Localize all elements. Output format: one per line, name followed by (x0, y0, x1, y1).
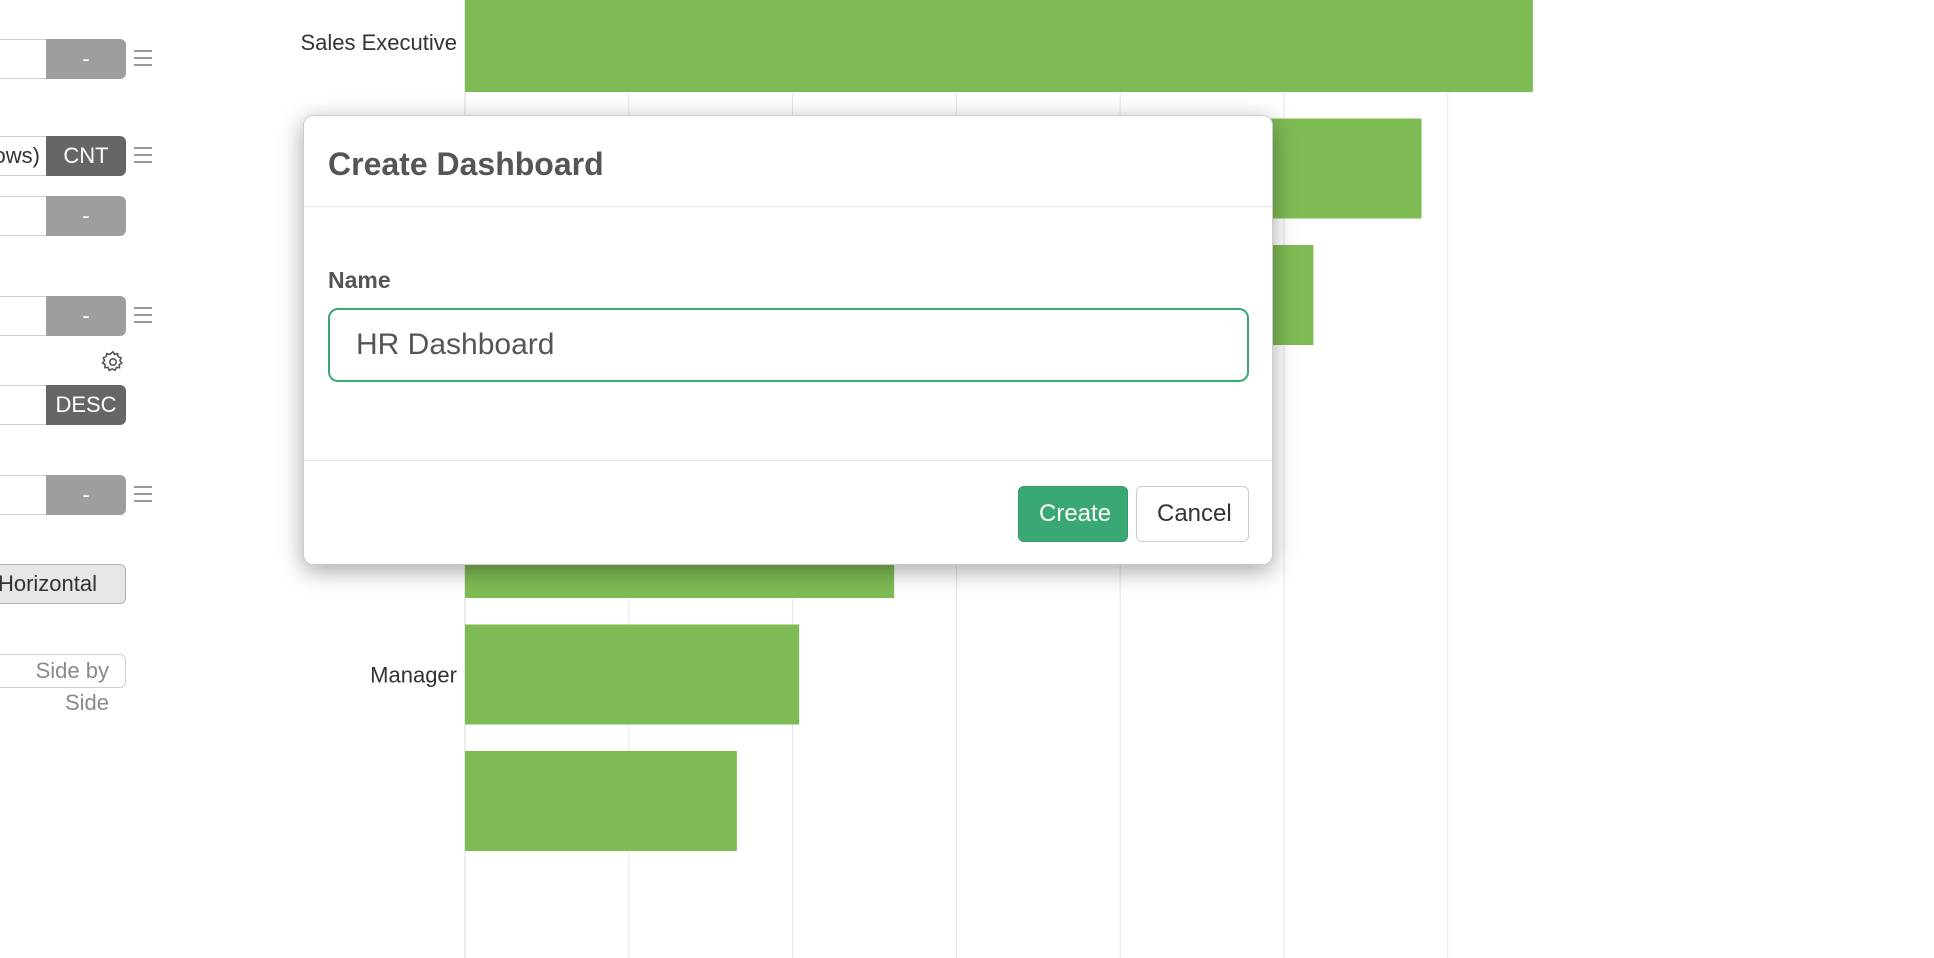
name-label: Name (328, 267, 391, 293)
dialog-footer: Create Cancel (304, 461, 1272, 565)
create-button[interactable]: Create (1018, 486, 1128, 542)
dialog-title: Create Dashboard (328, 146, 604, 182)
cancel-button[interactable]: Cancel (1136, 486, 1249, 542)
create-dashboard-dialog: Create Dashboard Name Create Cancel (303, 115, 1273, 565)
dashboard-name-input[interactable] (328, 308, 1249, 382)
app-root: -ows)CNT--DESC- Horizontal Side by Side … (0, 0, 1934, 958)
dialog-body: Name (304, 207, 1272, 461)
dialog-header: Create Dashboard (304, 116, 1272, 207)
